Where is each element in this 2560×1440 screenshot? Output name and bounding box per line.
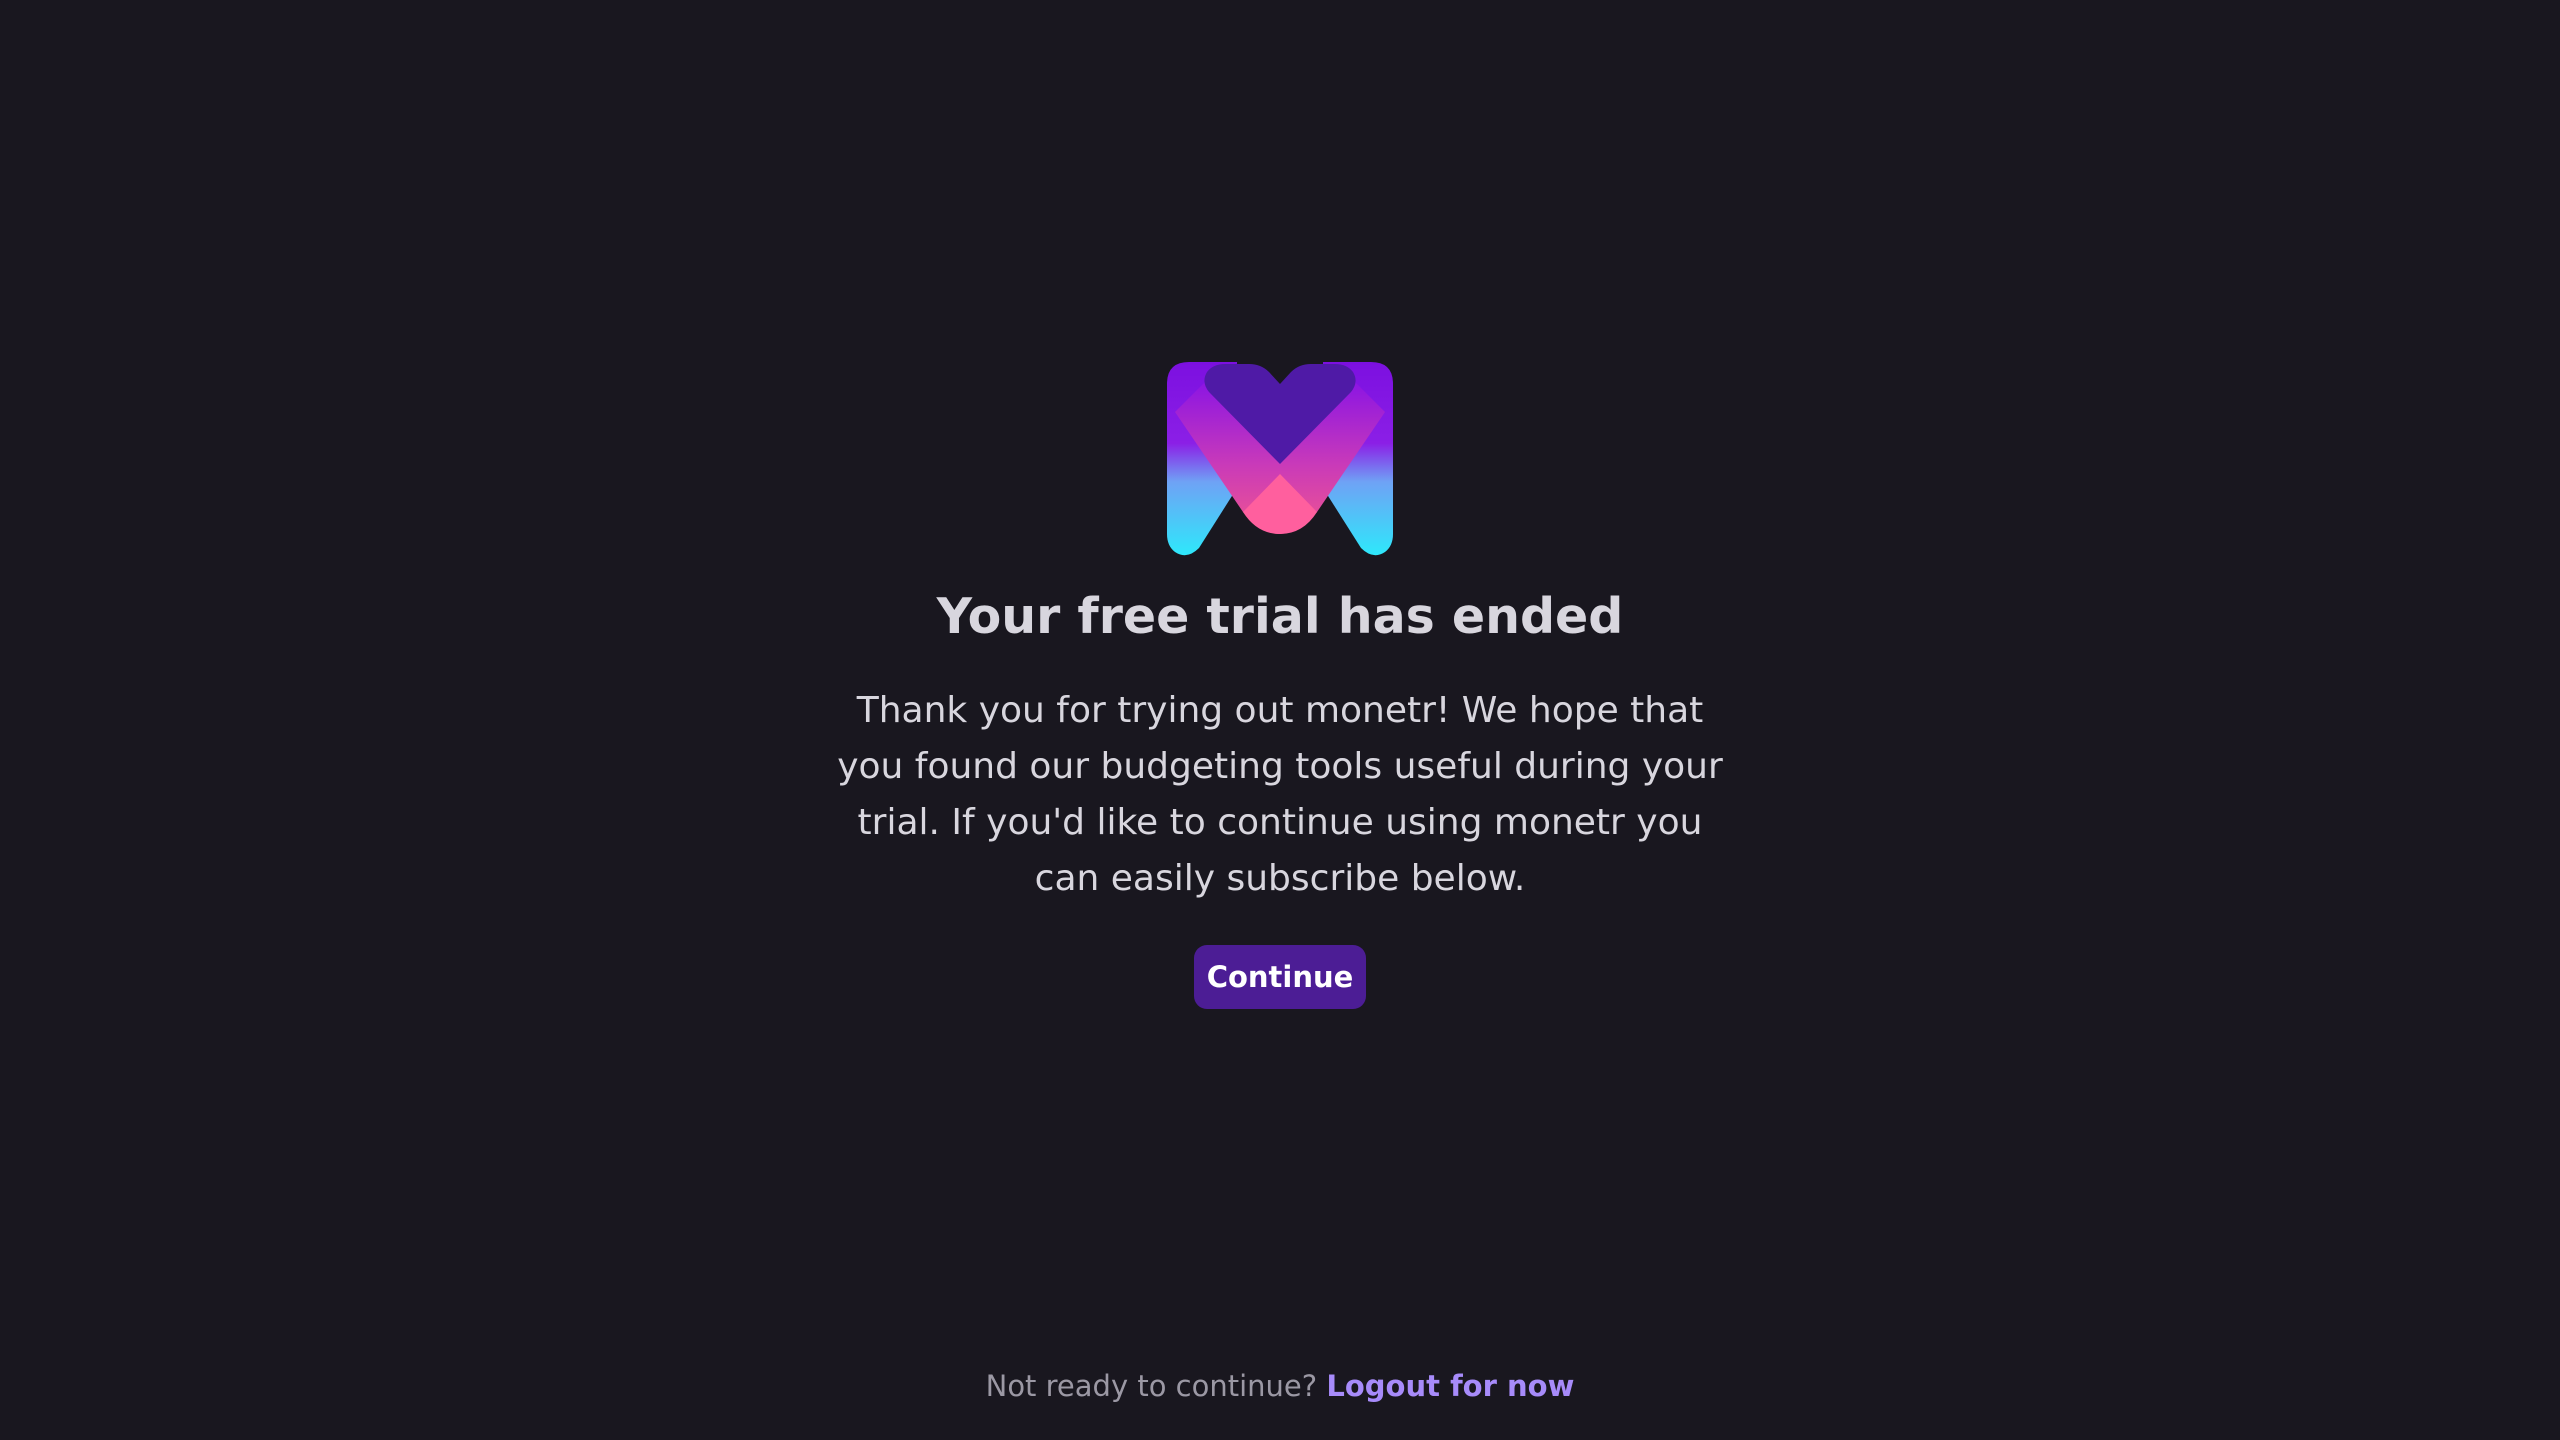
footer-prompt: Not ready to continue?	[985, 1369, 1327, 1403]
footer: Not ready to continue? Logout for now	[0, 1366, 2560, 1406]
trial-ended-page: Your free trial has ended Thank you for …	[0, 0, 2560, 1440]
trial-message: Thank you for trying out monetr! We hope…	[837, 690, 1723, 899]
continue-button[interactable]: Continue	[1194, 945, 1366, 1009]
page-title: Your free trial has ended	[936, 588, 1624, 645]
logout-link[interactable]: Logout for now	[1326, 1369, 1574, 1403]
trial-ended-panel: Your free trial has ended Thank you for …	[0, 362, 2560, 1009]
monetr-logo-icon	[1167, 362, 1393, 556]
